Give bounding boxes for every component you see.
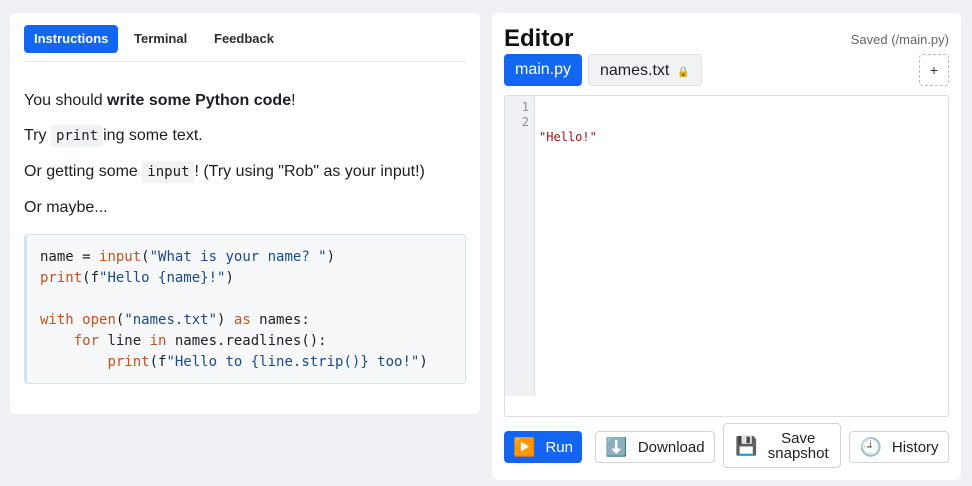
clock-icon: 🕘: [859, 437, 882, 457]
history-button[interactable]: 🕘 History: [849, 431, 949, 463]
run-label: Run: [545, 438, 573, 456]
code-editor[interactable]: 1 2 "Hello!": [504, 95, 949, 417]
instruction-text: You should: [24, 92, 108, 109]
instruction-text: ! (Try using "Rob" as your input!): [194, 163, 425, 180]
save-snapshot-label: Save snapshot: [768, 431, 829, 461]
code-line: "Hello!": [539, 130, 597, 144]
line-number: 1: [521, 100, 529, 114]
instruction-text: ing some text.: [103, 127, 203, 144]
editor-code-content[interactable]: "Hello!": [539, 100, 597, 205]
example-code-line: [40, 289, 465, 310]
lock-icon: 🔒: [677, 67, 690, 78]
example-code-line: with open("names.txt") as names:: [40, 312, 310, 328]
instruction-text: Or getting some: [24, 163, 143, 180]
download-icon: ⬇️: [605, 437, 628, 457]
history-label: History: [891, 438, 939, 456]
run-button[interactable]: ▶️ Run: [504, 431, 582, 463]
tab-feedback[interactable]: Feedback: [204, 25, 284, 53]
instruction-line-2: Try print ing some text.: [24, 125, 203, 147]
instruction-line-4: Or maybe...: [24, 199, 108, 216]
tab-terminal[interactable]: Terminal: [124, 25, 197, 53]
example-code-line: print(f"Hello to {line.strip()} too!"): [107, 354, 428, 370]
example-code-line: name = input("What is your name? "): [40, 249, 336, 265]
file-tab-main-py[interactable]: main.py: [504, 54, 583, 86]
example-code-block: name = input("What is your name? ") print…: [24, 234, 466, 384]
tab-instructions[interactable]: Instructions: [24, 25, 119, 53]
add-file-button[interactable]: +: [919, 54, 949, 86]
file-tab-names-txt[interactable]: names.txt 🔒: [588, 54, 702, 86]
save-snapshot-button[interactable]: 💾 Save snapshot: [723, 423, 841, 468]
file-tab-label: main.py: [515, 61, 572, 78]
instruction-line-1: You should write some Python code!: [24, 92, 296, 110]
instruction-text: Try: [24, 127, 51, 144]
instruction-text: !: [291, 92, 296, 109]
saved-status: Saved (/main.py): [850, 32, 949, 47]
inline-code-input: input: [142, 161, 195, 183]
play-icon: ▶️: [513, 437, 536, 457]
editor-title: Editor: [504, 25, 574, 52]
instructions-tabs: Instructions Terminal Feedback: [24, 25, 466, 62]
file-tab-label: names.txt: [600, 62, 670, 79]
instruction-line-3: Or getting some input! (Try using "Rob" …: [24, 161, 425, 183]
line-number: 2: [521, 115, 529, 129]
floppy-icon: 💾: [735, 435, 758, 456]
instruction-bold-text: write some Python code: [107, 92, 292, 109]
download-button[interactable]: ⬇️ Download: [595, 431, 715, 463]
inline-code-print: print: [50, 125, 104, 147]
editor-panel: Editor Saved (/main.py) main.py names.tx…: [492, 13, 961, 480]
example-code-line: print(f"Hello {name}!"): [40, 270, 234, 286]
example-code-line: for line in names.readlines():: [73, 333, 327, 349]
download-label: Download: [637, 438, 705, 456]
instructions-panel: Instructions Terminal Feedback You shoul…: [10, 13, 480, 414]
save-snapshot-label-line2: snapshot: [767, 444, 829, 462]
line-number-gutter: 1 2: [505, 96, 535, 396]
